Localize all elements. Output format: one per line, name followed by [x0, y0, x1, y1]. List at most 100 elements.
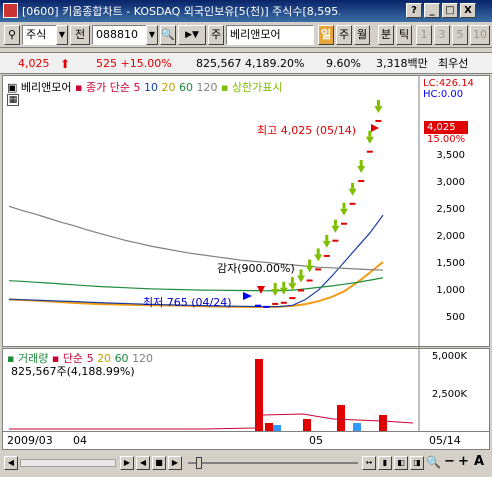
limit-up-arrow-icon: [279, 287, 288, 295]
candle: [306, 279, 313, 282]
price-bar: 4,025 ⬆ 525 +15.00% 825,567 4,189.20% 9.…: [0, 52, 492, 74]
scroll-left-icon[interactable]: ◀: [4, 456, 18, 470]
candle: [375, 119, 382, 122]
search-icon[interactable]: 🔍: [160, 25, 176, 45]
candle: [366, 150, 373, 153]
plus-icon[interactable]: +: [458, 454, 469, 469]
tick-option-3[interactable]: 3: [434, 25, 450, 45]
step-back-icon[interactable]: ▶: [120, 456, 134, 470]
close-button[interactable]: X: [460, 3, 476, 18]
limit-up-arrow-icon: [331, 225, 340, 233]
trade-volume: 825,567 4,189.20%: [196, 57, 305, 70]
candle: [341, 222, 347, 225]
limit-up-arrow-stem: [290, 277, 294, 284]
limit-up-arrow-icon: [374, 105, 383, 113]
y-tick: 500: [445, 312, 465, 323]
current-price-tag: 4,025: [424, 121, 468, 134]
low-arrow-icon: [243, 292, 252, 300]
limit-up-arrow-stem: [368, 130, 372, 137]
tab-week[interactable]: 주: [336, 25, 352, 45]
candle: [272, 302, 279, 305]
y-tick: 1,500: [436, 258, 465, 269]
candle: [315, 268, 322, 271]
stock-name-field: 베리앤모어: [226, 25, 314, 45]
limit-up-arrow-stem: [351, 182, 355, 189]
price-chart[interactable]: ▣ 베리앤모어 ▪ 종가 단순 5 10 20 60 120 ▪ 상한가표시 ▦…: [2, 75, 490, 348]
best-price-label: 최우선: [438, 57, 469, 70]
y-tick: 2,500: [436, 204, 465, 215]
low-annotation: 최저 765 (04/24): [143, 296, 232, 309]
magnifier-icon[interactable]: 🔍: [426, 455, 441, 469]
candle: [289, 297, 296, 300]
high-annotation: 최고 4,025 (05/14): [257, 124, 357, 137]
volume-chart[interactable]: ▪ 거래량 ▪ 단순 5 20 60 120 825,567주(4,188.99…: [2, 348, 490, 433]
price-change: 525 +15.00%: [96, 57, 172, 70]
app-icon: [3, 3, 18, 18]
fast-forward-icon[interactable]: ▶: [168, 456, 182, 470]
link-icon[interactable]: ⚲: [4, 25, 20, 45]
tab-day[interactable]: 일: [318, 25, 334, 45]
limit-up-arrow-stem: [376, 99, 380, 106]
limit-up-arrow-stem: [325, 234, 329, 241]
current-price: 4,025: [18, 57, 50, 70]
chart-icon[interactable]: ▮: [378, 456, 392, 470]
candle: [255, 304, 261, 307]
tab-month[interactable]: 월: [354, 25, 370, 45]
stop-icon[interactable]: ■: [152, 456, 166, 470]
ma-line-10: [8, 214, 384, 308]
play-icon[interactable]: ◀: [136, 456, 150, 470]
tick-option-5[interactable]: 5: [452, 25, 468, 45]
minus-icon[interactable]: −: [444, 454, 455, 469]
ma-line-60: [8, 277, 384, 292]
candle: [332, 239, 339, 242]
current-pct-tag: 15.00%: [427, 134, 466, 145]
period-label[interactable]: 전: [70, 25, 90, 45]
y-tick: 3,000: [436, 177, 465, 188]
candle: [298, 289, 304, 292]
y-tick: 2,000: [436, 231, 465, 242]
candle: [263, 305, 270, 308]
volume-y-tick: 5,000K: [431, 351, 467, 362]
arrow-dropdown-icon[interactable]: ▶▼: [178, 25, 206, 45]
maximize-button[interactable]: □: [442, 3, 458, 18]
letter-a-icon[interactable]: A: [474, 454, 484, 469]
tab-minute[interactable]: 분: [378, 25, 394, 45]
scrollbar-track[interactable]: [20, 459, 116, 467]
limit-up-arrow-stem: [308, 259, 312, 266]
date-label: 2009/03: [7, 434, 53, 447]
date-axis: 2009/03 04 05 05/14: [2, 432, 490, 450]
tab-tick[interactable]: 틱: [396, 25, 412, 45]
candle: [280, 301, 287, 304]
chevron-down-icon[interactable]: ▼: [146, 25, 158, 45]
candle: [358, 179, 365, 182]
toolbar: ⚲ 주식 ▼ 전 088810 ▼ 🔍 ▶▼ 주 베리앤모어 일 주 월 분 틱…: [0, 22, 492, 48]
down-arrow-icon: [257, 286, 265, 294]
limit-up-arrow-stem: [333, 219, 337, 226]
y-tick: 1,000: [436, 285, 465, 296]
limit-up-arrow-icon: [357, 165, 366, 173]
chevron-down-icon[interactable]: ▼: [56, 25, 68, 45]
limit-up-arrow-icon: [297, 275, 305, 283]
date-label: 05: [309, 434, 323, 447]
date-label: 05/14: [429, 434, 461, 447]
help-button[interactable]: ?: [406, 3, 422, 18]
fit-icon[interactable]: ↔: [362, 456, 376, 470]
high-arrow-icon: [371, 124, 379, 132]
y-tick: 3,500: [436, 150, 465, 161]
tick-option-1[interactable]: 1: [416, 25, 432, 45]
limit-up-arrow-stem: [316, 248, 320, 255]
volume-bar: [255, 359, 263, 431]
limit-up-arrow-icon: [305, 265, 314, 273]
volume-ratio: 9.60%: [326, 57, 361, 70]
zoom-out-icon[interactable]: ◧: [394, 456, 408, 470]
zoom-slider-handle[interactable]: [196, 457, 202, 469]
limit-up-arrow-icon: [348, 188, 357, 196]
candle: [349, 202, 356, 205]
zoom-slider-track[interactable]: [188, 462, 358, 464]
zoom-fit-icon[interactable]: ◨: [410, 456, 424, 470]
tick-option-10[interactable]: 10: [470, 25, 490, 45]
limit-up-arrow-icon: [288, 283, 297, 291]
limit-up-arrow-icon: [271, 288, 280, 296]
limit-up-arrow-icon: [340, 208, 348, 216]
minimize-button[interactable]: _: [424, 3, 440, 18]
